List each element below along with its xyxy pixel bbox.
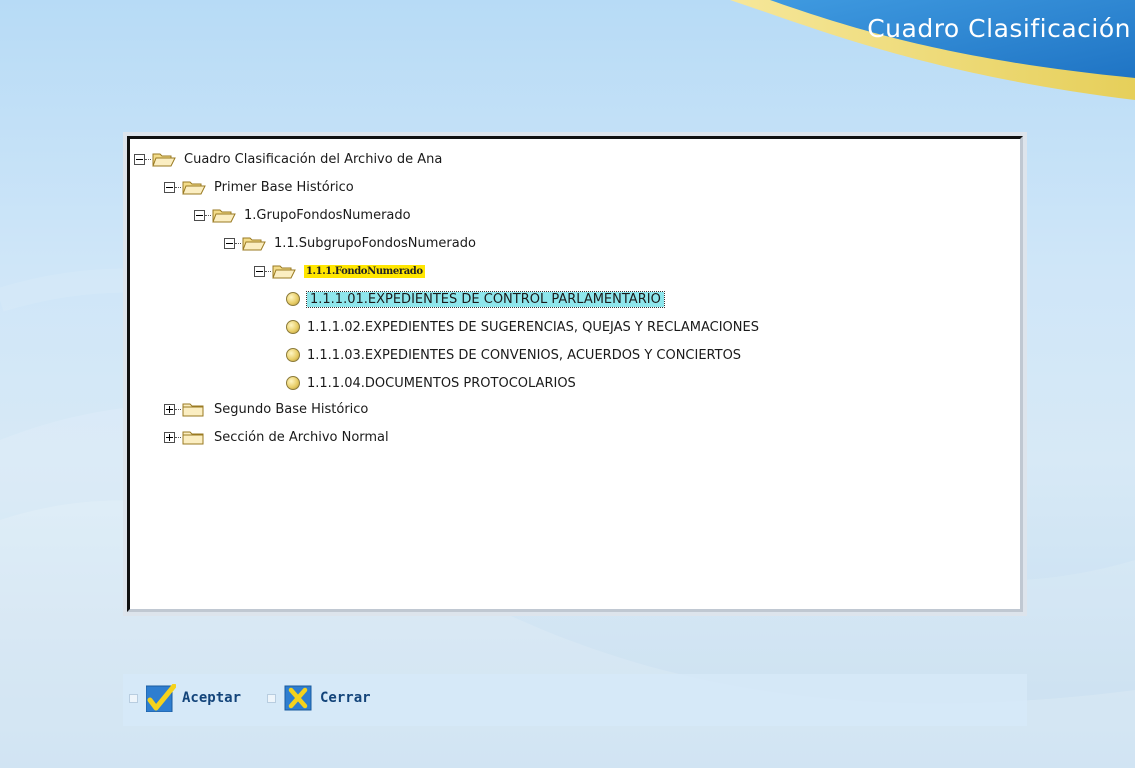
- leaf-circle-icon: [286, 348, 300, 362]
- tree-leaf-convenios[interactable]: 1.1.1.03.EXPEDIENTES DE CONVENIOS, ACUER…: [286, 344, 741, 366]
- x-close-icon: [284, 685, 312, 711]
- tree-node-fondo-numerado[interactable]: 1.1.1.FondoNumerado: [254, 260, 425, 282]
- collapse-toggle-icon[interactable]: [194, 209, 205, 221]
- leaf-circle-icon: [286, 376, 300, 390]
- tree-node-root[interactable]: Cuadro Clasificación del Archivo de Ana: [134, 148, 442, 170]
- folder-open-icon: [272, 265, 296, 279]
- tree-leaf-protocolarios[interactable]: 1.1.1.04.DOCUMENTOS PROTOCOLARIOS: [286, 372, 576, 394]
- collapse-toggle-icon[interactable]: [224, 237, 235, 249]
- close-button[interactable]: Cerrar: [267, 680, 371, 716]
- tree-node-label: 1.1.SubgrupoFondosNumerado: [274, 235, 476, 251]
- classification-tree: Cuadro Clasificación del Archivo de Ana …: [127, 136, 1023, 612]
- tree-leaf-label-focused: 1.1.1.01.EXPEDIENTES DE CONTROL PARLAMEN…: [306, 290, 665, 308]
- tree-leaf-label: 1.1.1.04.DOCUMENTOS PROTOCOLARIOS: [307, 375, 576, 391]
- bullet-icon: [267, 693, 276, 703]
- tree-node-label: Segundo Base Histórico: [214, 401, 369, 417]
- folder-open-icon: [242, 237, 266, 251]
- page-title: Cuadro Clasificación: [867, 14, 1131, 43]
- tree-leaf-label: 1.1.1.03.EXPEDIENTES DE CONVENIOS, ACUER…: [307, 347, 742, 363]
- folder-open-icon: [212, 209, 236, 223]
- leaf-circle-icon: [286, 320, 300, 334]
- classification-tree-panel: Cuadro Clasificación del Archivo de Ana …: [123, 132, 1027, 616]
- tree-node-label: Primer Base Histórico: [214, 179, 354, 195]
- folder-open-icon: [182, 181, 206, 195]
- tree-node-subgrupo-fondos[interactable]: 1.1.SubgrupoFondosNumerado: [224, 232, 476, 254]
- accept-button[interactable]: Aceptar: [129, 680, 241, 716]
- folder-closed-icon: [182, 403, 204, 417]
- tree-node-segundo-base[interactable]: Segundo Base Histórico: [164, 398, 368, 420]
- folder-open-icon: [152, 153, 176, 167]
- button-bar: Aceptar Cerrar: [123, 674, 1027, 726]
- tree-node-label: 1.GrupoFondosNumerado: [244, 207, 411, 223]
- expand-toggle-icon[interactable]: [164, 431, 175, 443]
- expand-toggle-icon[interactable]: [164, 403, 175, 415]
- accept-button-label: Aceptar: [182, 690, 242, 706]
- tree-node-grupo-fondos[interactable]: 1.GrupoFondosNumerado: [194, 204, 411, 226]
- collapse-toggle-icon[interactable]: [134, 153, 145, 165]
- folder-closed-icon: [182, 431, 204, 445]
- close-button-label: Cerrar: [320, 690, 371, 706]
- leaf-circle-icon: [286, 292, 300, 306]
- tree-node-seccion-archivo[interactable]: Sección de Archivo Normal: [164, 426, 389, 448]
- tree-node-label: Cuadro Clasificación del Archivo de Ana: [184, 151, 443, 167]
- tree-node-label: Sección de Archivo Normal: [214, 429, 389, 445]
- tree-leaf-label: 1.1.1.02.EXPEDIENTES DE SUGERENCIAS, QUE…: [307, 319, 759, 335]
- tree-node-primer-base[interactable]: Primer Base Histórico: [164, 176, 354, 198]
- collapse-toggle-icon[interactable]: [164, 181, 175, 193]
- collapse-toggle-icon[interactable]: [254, 265, 265, 277]
- bullet-icon: [129, 693, 138, 703]
- tree-node-label-selected: 1.1.1.FondoNumerado: [304, 264, 425, 278]
- tree-leaf-sugerencias[interactable]: 1.1.1.02.EXPEDIENTES DE SUGERENCIAS, QUE…: [286, 316, 759, 338]
- tree-leaf-control-parlamentario[interactable]: 1.1.1.01.EXPEDIENTES DE CONTROL PARLAMEN…: [286, 288, 665, 310]
- checkmark-icon: [146, 684, 176, 712]
